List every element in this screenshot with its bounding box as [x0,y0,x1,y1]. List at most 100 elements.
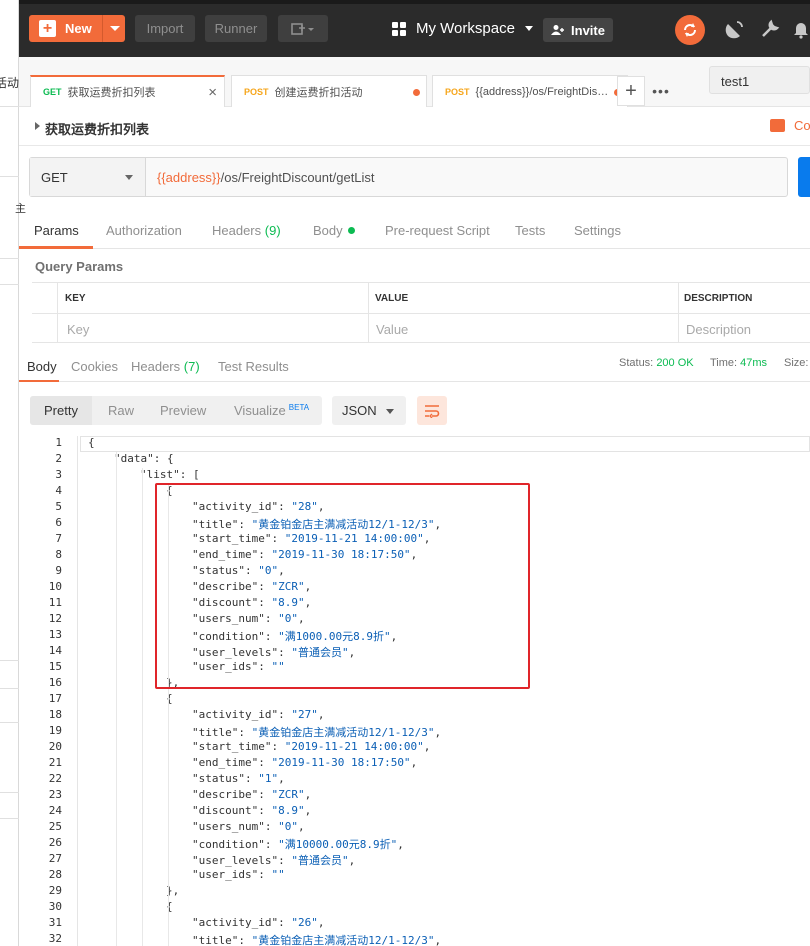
json-token: { [88,436,95,449]
tab-name: {{address}}/os/FreightDis… [475,85,609,98]
environment-select[interactable]: test1 [709,66,810,94]
divider [0,792,19,793]
time-value[interactable]: 47ms [740,357,767,369]
method-select[interactable]: GET [30,158,146,196]
more-tabs-icon[interactable]: ••• [647,76,675,106]
status-value[interactable]: 200 OK [656,357,693,369]
tab-cookies[interactable]: Cookies [71,359,118,374]
tab-headers[interactable]: Headers (9) [212,223,281,238]
new-button-label: New [65,21,92,36]
tab-tests[interactable]: Tests [515,223,545,238]
json-token: "list": [ [140,468,200,481]
request-tab[interactable]: POST 创建运费折扣活动 [231,75,427,107]
invite-button[interactable]: Invite [543,18,613,42]
divider [0,176,19,177]
chevron-right-icon[interactable] [35,122,40,130]
workspace-grid-icon [392,21,406,36]
tab-response-headers[interactable]: Headers (7) [131,359,200,374]
new-button[interactable]: + New [29,15,125,42]
chevron-down-icon [524,26,533,31]
line-number: 23 [48,788,62,801]
query-params-table: KEY VALUE DESCRIPTION Key Value Descript… [32,282,810,343]
json-token: , [278,772,285,785]
column-header-description: DESCRIPTION [684,293,753,304]
json-token: "title": [192,934,252,946]
tab-response-body[interactable]: Body [27,359,57,374]
request-config-tabs: Params Authorization Headers (9) Body Pr… [19,210,810,249]
request-tab[interactable]: POST {{address}}/os/FreightDis… [432,75,628,107]
code-line: "user_levels": "普通会员", [192,852,355,868]
json-token: "users_num": [192,820,279,833]
line-number: 19 [48,724,62,737]
line-number: 25 [48,820,62,833]
value-input[interactable]: Value [376,322,408,337]
json-string-value: "2019-11-21 14:00:00" [284,740,424,753]
wrap-lines-button[interactable] [417,396,447,425]
line-number: 7 [55,532,62,545]
json-string-value: "27" [291,708,318,721]
sync-icon[interactable] [675,15,705,45]
view-preview[interactable]: Preview [160,403,206,418]
import-button[interactable]: Import [135,15,195,42]
line-number: 1 [55,436,62,449]
tab-headers-count: (9) [264,223,281,238]
line-number: 10 [48,580,62,593]
line-number: 8 [55,548,62,561]
code-line: { [166,692,173,705]
json-token: "condition": [192,838,279,851]
wrap-icon [425,404,440,418]
response-status: Status: 200 OK [619,357,694,369]
close-icon[interactable]: × [208,84,217,101]
key-input[interactable]: Key [67,322,89,337]
json-token: , [410,756,418,769]
code-line: { [166,900,173,913]
json-token: "describe": [192,788,272,801]
add-tab-icon[interactable]: + [617,76,645,106]
satellite-icon[interactable] [724,18,746,40]
new-window-button[interactable] [278,15,328,42]
json-token: "discount": [192,804,272,817]
chevron-down-icon [125,175,133,180]
line-number: 2 [55,452,62,465]
runner-button[interactable]: Runner [205,15,267,42]
code-line: "users_num": "0", [192,820,305,833]
notification-icon[interactable] [790,18,810,40]
divider [678,283,679,343]
tab-test-results[interactable]: Test Results [218,359,289,374]
sidebar-partial-text[interactable]: 活动 [0,74,19,91]
json-string-value: "黄金铂金店主满减活动12/1-12/3" [251,726,435,739]
chevron-down-icon[interactable] [110,26,120,31]
settings-icon[interactable] [759,18,781,40]
send-button[interactable] [798,157,810,197]
view-raw[interactable]: Raw [108,403,134,418]
code-line: "discount": "8.9", [192,804,311,817]
line-number: 16 [48,676,62,689]
new-window-icon [291,22,314,35]
tab-prerequest-script[interactable]: Pre-request Script [385,223,490,238]
request-tab-active[interactable]: GET 获取运费折扣列表 × [30,75,225,107]
description-input[interactable]: Description [686,322,751,337]
json-token: , [397,838,404,851]
line-number: 17 [48,692,62,705]
json-token: { [166,900,173,913]
divider [368,283,369,343]
line-number: 22 [48,772,62,785]
json-token: "title": [192,726,252,739]
format-select[interactable]: JSON [332,396,406,425]
json-string-value: "黄金铂金店主满减活动12/1-12/3" [251,934,435,946]
tab-settings[interactable]: Settings [574,223,621,238]
response-size[interactable]: Size: [784,357,808,369]
tab-authorization[interactable]: Authorization [106,223,182,238]
comments-button[interactable]: Co [770,118,810,133]
view-pretty[interactable]: Pretty [44,403,78,418]
workspace-selector[interactable]: My Workspace [392,15,533,42]
tab-response-headers-count: (7) [183,359,200,374]
line-number: 27 [48,852,62,865]
tab-body[interactable]: Body [313,223,355,238]
request-name[interactable]: 获取运费折扣列表 [45,119,149,138]
url-input[interactable]: {{address}}/os/FreightDiscount/getList [157,170,375,185]
line-number: 30 [48,900,62,913]
tab-params[interactable]: Params [34,223,79,238]
view-visualize[interactable]: Visualize BETA [234,403,309,418]
line-number: 12 [48,612,62,625]
